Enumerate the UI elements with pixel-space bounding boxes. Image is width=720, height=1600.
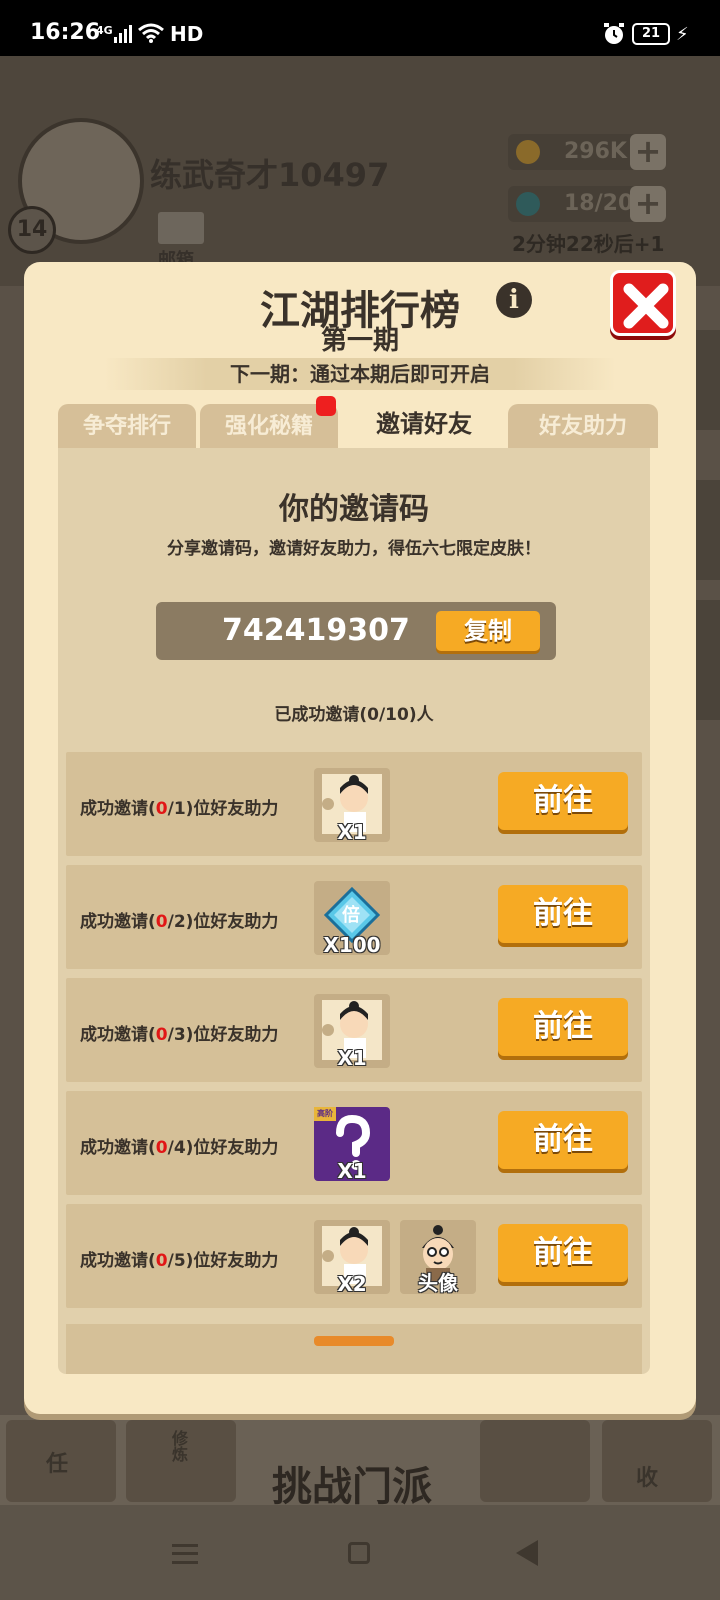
go-button[interactable]: 前往 bbox=[498, 1111, 628, 1169]
invited-count: 已成功邀请(0/10)人 bbox=[274, 705, 434, 725]
notification-badge bbox=[316, 396, 336, 416]
add-energy-button[interactable]: + bbox=[630, 186, 666, 222]
player-name: 练武奇才10497 bbox=[150, 156, 390, 194]
add-coin-button[interactable]: + bbox=[630, 134, 666, 170]
reward-item[interactable]: X1 bbox=[314, 994, 390, 1070]
signal-icon bbox=[114, 25, 132, 43]
go-button[interactable]: 前往 bbox=[498, 1224, 628, 1282]
energy-icon bbox=[516, 192, 540, 216]
go-button[interactable]: 前往 bbox=[498, 885, 628, 943]
train-tab-label: 修炼 bbox=[169, 1430, 188, 1462]
energy-value: 18/20 bbox=[564, 191, 634, 216]
wifi-icon bbox=[138, 23, 164, 43]
hd-indicator: HD bbox=[170, 22, 204, 46]
reward-condition: 成功邀请(0/5)位好友助力 bbox=[80, 1251, 279, 1271]
reward-item[interactable]: 高阶 X1 bbox=[314, 1107, 390, 1183]
item-quantity: X1 bbox=[337, 1046, 367, 1070]
invite-description: 分享邀请码，邀请好友助力，得伍六七限定皮肤！ bbox=[167, 539, 541, 559]
coin-counter: 296K + bbox=[508, 134, 666, 170]
status-bar: 16:26 4G HD 21 ⚡ bbox=[0, 0, 720, 56]
next-period-banner: 下一期：通过本期后即可开启 bbox=[104, 358, 616, 390]
back-button[interactable] bbox=[516, 1540, 538, 1566]
invite-code-box: 742419307 复制 bbox=[156, 602, 556, 660]
energy-timer: 2分钟22秒后+1 bbox=[512, 232, 665, 256]
reward-condition: 成功邀请(0/2)位好友助力 bbox=[80, 912, 279, 932]
reward-row: 成功邀请(0/4)位好友助力 高阶 X1 前往 bbox=[66, 1091, 642, 1195]
coin-icon bbox=[516, 140, 540, 164]
reward-item[interactable]: X2 bbox=[314, 1220, 390, 1296]
reward-item[interactable]: 倍 X100 bbox=[314, 881, 390, 957]
clock: 16:26 bbox=[30, 20, 101, 45]
item-quantity: X1 bbox=[337, 820, 367, 844]
coin-value: 296K bbox=[564, 139, 627, 164]
partial-item bbox=[314, 1336, 394, 1346]
tab-friend-assist[interactable]: 好友助力 bbox=[508, 404, 658, 448]
reward-condition: 成功邀请(0/4)位好友助力 bbox=[80, 1138, 279, 1158]
reward-row: 成功邀请(0/3)位好友助力 X1 前往 bbox=[66, 978, 642, 1082]
ranking-dialog: 江湖排行榜 i 第一期 下一期：通过本期后即可开启 争夺排行 强化秘籍 邀请好友… bbox=[24, 262, 696, 1414]
reward-item[interactable]: X1 bbox=[314, 768, 390, 844]
copy-button[interactable]: 复制 bbox=[436, 611, 540, 651]
reward-row: 成功邀请(0/2)位好友助力 倍 X100 前往 bbox=[66, 865, 642, 969]
item-quantity: X1 bbox=[337, 1159, 367, 1183]
recent-apps-button[interactable] bbox=[172, 1544, 198, 1564]
network-type: 4G bbox=[96, 24, 113, 37]
go-button[interactable]: 前往 bbox=[498, 772, 628, 830]
go-button[interactable]: 前往 bbox=[498, 998, 628, 1056]
battery-indicator: 21 bbox=[632, 23, 670, 45]
reward-condition: 成功邀请(0/1)位好友助力 bbox=[80, 799, 279, 819]
item-quantity: X2 bbox=[337, 1272, 367, 1296]
home-button[interactable] bbox=[348, 1542, 370, 1564]
alarm-icon bbox=[604, 23, 624, 44]
period-label: 第一期 bbox=[320, 326, 399, 356]
energy-counter: 18/20 + bbox=[508, 186, 666, 222]
invite-panel: 你的邀请码 分享邀请码，邀请好友助力，得伍六七限定皮肤！ 742419307 复… bbox=[58, 448, 650, 1374]
mail-icon[interactable] bbox=[158, 212, 204, 244]
reward-row: 成功邀请(0/1)位好友助力 X1 前往 bbox=[66, 752, 642, 856]
rarity-tag: 高阶 bbox=[314, 1107, 336, 1121]
invite-code: 742419307 bbox=[222, 613, 410, 648]
info-icon[interactable]: i bbox=[496, 282, 532, 318]
hero-tab[interactable] bbox=[480, 1420, 590, 1502]
invite-code-heading: 你的邀请码 bbox=[279, 492, 429, 527]
player-level: 14 bbox=[8, 206, 56, 254]
tab-bar: 争夺排行 强化秘籍 邀请好友 好友助力 bbox=[58, 400, 658, 448]
reward-condition: 成功邀请(0/3)位好友助力 bbox=[80, 1025, 279, 1045]
reward-row-partial bbox=[66, 1324, 642, 1374]
reward-item[interactable]: 头像 bbox=[400, 1220, 476, 1295]
tab-invite-friends[interactable]: 邀请好友 bbox=[344, 400, 504, 448]
tab-ranking[interactable]: 争夺排行 bbox=[58, 404, 196, 448]
item-quantity: 头像 bbox=[418, 1271, 458, 1295]
item-quantity: X100 bbox=[323, 933, 381, 957]
gem-glyph: 倍 bbox=[342, 905, 360, 926]
reward-row: 成功邀请(0/5)位好友助力 X2 头像 前往 bbox=[66, 1204, 642, 1308]
challenge-tab[interactable]: 挑战门派 bbox=[272, 1454, 432, 1512]
collect-tab-label: 收 bbox=[636, 1466, 659, 1491]
charging-icon: ⚡ bbox=[676, 24, 689, 45]
task-tab-label: 任 bbox=[46, 1452, 69, 1477]
